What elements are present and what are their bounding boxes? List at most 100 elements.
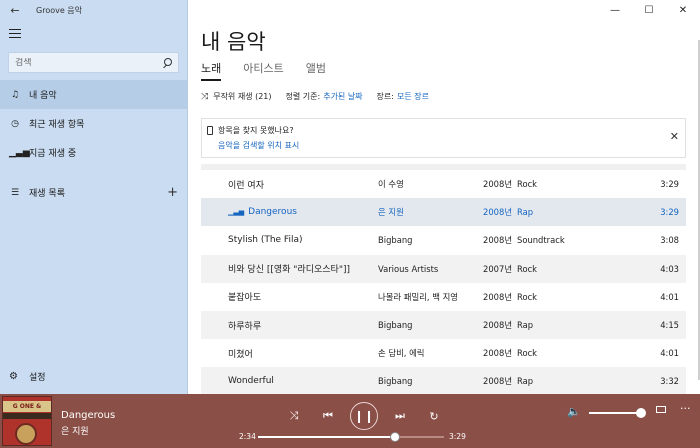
song-duration: 4:01 <box>660 292 679 302</box>
song-title-text: Dangerous <box>248 207 297 218</box>
song-duration: 3:32 <box>660 376 679 386</box>
seek-slider[interactable] <box>258 432 444 442</box>
sort-dropdown[interactable]: 정렬 기준: 추가된 날짜 <box>286 91 363 102</box>
previous-icon[interactable]: ⏮ <box>316 404 340 428</box>
search-box[interactable] <box>8 52 179 73</box>
minimize-icon[interactable]: — <box>598 0 632 20</box>
song-title-text: Stylish (The Fila) <box>228 235 303 246</box>
pause-icon[interactable]: ❙❙ <box>350 402 378 430</box>
song-row[interactable]: 미쳤어 손 담비, 에릭 2008년 Rock 4:01 <box>201 339 686 367</box>
song-artist[interactable]: Bigbang <box>378 235 412 245</box>
song-row[interactable]: Stylish (The Fila) Bigbang 2008년 Soundtrack… <box>201 226 686 254</box>
song-row[interactable]: 이런 여자 이 수영 2008년 Rock 3:29 <box>201 170 686 198</box>
song-genre[interactable]: Rock <box>517 292 537 302</box>
song-genre-text: Rock <box>517 291 538 302</box>
now-playing-title[interactable]: Dangerous <box>61 410 115 421</box>
song-artist-text: Various Artists <box>378 263 439 274</box>
song-title: 비와 당신 [[영화 "라디오스타"]] <box>228 262 350 275</box>
sidebar-item-recent[interactable]: ◷ 최근 재생 항목 <box>0 109 187 138</box>
genre-dropdown[interactable]: 장르: 모든 장르 <box>377 91 429 102</box>
tab-songs[interactable]: 노래 <box>201 60 222 81</box>
song-genre[interactable]: Rock <box>517 264 537 274</box>
song-row[interactable]: 붙잡아도 나몰라 패밀리, 백 지영 2008년 Rock 4:01 <box>201 283 686 311</box>
tab-bar: 노래 아티스트 앨범 <box>201 60 348 81</box>
song-genre[interactable]: Rock <box>517 348 537 358</box>
song-year-text: 2008년 <box>483 179 513 190</box>
repeat-icon[interactable]: ↻ <box>422 404 446 428</box>
banner-link[interactable]: 음악을 검색할 위치 표시 <box>218 140 685 151</box>
mini-view-icon[interactable] <box>656 406 666 413</box>
hamburger-menu-button[interactable] <box>0 20 187 46</box>
song-artist[interactable]: 나몰라 패밀리, 백 지영 <box>378 291 458 303</box>
app-title: Groove 음악 <box>36 5 83 15</box>
sidebar-item-label: 재생 목록 <box>29 189 65 199</box>
song-genre[interactable]: Rap <box>517 376 533 386</box>
sidebar-item-now-playing[interactable]: ▁▃▅ 지금 재생 중 <box>0 138 187 167</box>
now-playing-artist[interactable]: 은 지원 <box>61 424 89 437</box>
playlist-icon: ☰ <box>10 187 20 198</box>
equalizer-icon: ▁▃▅ <box>9 147 30 158</box>
equalizer-icon: ▁▃▅ <box>228 208 245 217</box>
settings-label: 설정 <box>29 372 46 383</box>
sidebar: ← Groove 음악 ♫ 내 음악 ◷ 최근 재생 항목 ▁▃▅ 지금 재생 … <box>0 0 188 394</box>
song-row[interactable]: 하루하루 Bigbang 2008년 Rap 4:15 <box>201 310 686 340</box>
song-year: 2008년 <box>483 291 512 303</box>
shuffle-icon[interactable]: ⤨ <box>282 404 306 428</box>
song-artist[interactable]: Bigbang <box>378 376 412 386</box>
more-icon[interactable]: ··· <box>680 402 691 415</box>
song-row[interactable]: 비와 당신 [[영화 "라디오스타"]] Various Artists 2007년… <box>201 254 686 283</box>
song-duration-text: 3:29 <box>660 207 679 218</box>
song-genre[interactable]: Rap <box>517 320 533 330</box>
maximize-icon[interactable]: ☐ <box>632 0 666 20</box>
song-year: 2008년 <box>483 234 512 246</box>
sidebar-item-label: 최근 재생 항목 <box>29 120 85 130</box>
song-artist[interactable]: 이 수영 <box>378 178 404 190</box>
song-artist[interactable]: Various Artists <box>378 264 438 274</box>
shuffle-all-button[interactable]: ⤨ 무작위 재생 (21) <box>201 91 272 102</box>
back-arrow-icon[interactable]: ← <box>8 3 22 17</box>
close-icon[interactable]: ✕ <box>670 130 679 143</box>
song-row[interactable]: Wonderful Bigbang 2008년 Rap 3:32 <box>201 367 686 396</box>
volume-icon[interactable]: 🔈 <box>567 405 581 418</box>
sidebar-item-playlists[interactable]: ☰ 재생 목록 + <box>0 178 187 207</box>
shuffle-icon: ⤨ <box>201 91 209 102</box>
volume-handle[interactable] <box>636 408 646 418</box>
tab-artists[interactable]: 아티스트 <box>243 60 283 81</box>
sidebar-item-settings[interactable]: ⚙ 설정 <box>0 366 46 386</box>
info-banner: 항목을 찾지 못했나요? 음악을 검색할 위치 표시 ✕ <box>201 118 686 158</box>
song-artist[interactable]: 손 담비, 에릭 <box>378 347 425 359</box>
elapsed-time: 2:34 <box>239 432 256 441</box>
title-bar: ← Groove 음악 <box>0 0 187 20</box>
song-duration: 3:29 <box>660 179 679 189</box>
song-genre[interactable]: Rock <box>517 179 537 189</box>
song-row[interactable]: ▁▃▅ Dangerous 은 지원 2008년 Rap 3:29 <box>201 198 686 227</box>
search-icon[interactable] <box>162 57 172 68</box>
song-title-text: 미쳤어 <box>228 349 253 360</box>
sidebar-item-my-music[interactable]: ♫ 내 음악 <box>0 80 187 109</box>
album-art[interactable]: G ONE & CODE <box>2 396 52 446</box>
sidebar-nav: ♫ 내 음악 ◷ 최근 재생 항목 ▁▃▅ 지금 재생 중 ☰ 재생 목록 + <box>0 80 187 207</box>
close-window-icon[interactable]: ✕ <box>666 0 700 20</box>
song-duration-text: 3:32 <box>660 376 679 387</box>
song-title-text: 하루하루 <box>228 321 262 332</box>
song-artist-text: Bigbang <box>378 235 413 246</box>
song-artist[interactable]: 은 지원 <box>378 206 404 218</box>
tab-albums[interactable]: 앨범 <box>306 60 326 81</box>
genre-value[interactable]: 모든 장르 <box>397 91 429 102</box>
search-input[interactable] <box>15 57 162 68</box>
seek-handle[interactable] <box>390 432 401 442</box>
song-year-text: 2007년 <box>483 263 513 274</box>
add-playlist-plus-icon[interactable]: + <box>167 185 178 200</box>
volume-slider[interactable] <box>589 408 646 418</box>
song-artist[interactable]: Bigbang <box>378 320 412 330</box>
song-genre-text: Rap <box>517 376 534 387</box>
song-duration: 4:15 <box>660 320 679 330</box>
song-artist-text: 손 담비, 에릭 <box>378 348 425 359</box>
song-duration-text: 3:08 <box>660 235 679 246</box>
next-icon[interactable]: ⏭ <box>388 404 412 428</box>
song-genre-text: Rock <box>517 348 538 359</box>
sort-value[interactable]: 추가된 날짜 <box>323 91 362 102</box>
song-genre[interactable]: Rap <box>517 207 533 217</box>
song-genre[interactable]: Soundtrack <box>517 235 565 245</box>
song-duration-text: 4:01 <box>660 291 679 302</box>
